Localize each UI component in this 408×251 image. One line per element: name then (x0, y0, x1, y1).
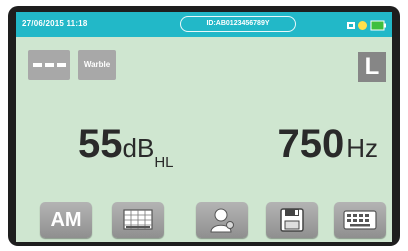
level-value: 55 (78, 122, 123, 166)
level-unit: dB (122, 133, 155, 163)
am-button[interactable]: AM (40, 202, 92, 238)
patient-button[interactable] (196, 202, 248, 238)
level-readout: 55dBHL (78, 122, 174, 171)
frequency-value: 750 (277, 122, 345, 166)
ear-select-button[interactable]: L (358, 52, 386, 82)
device-id: ID:AB0123456789Y (180, 16, 296, 32)
patient-icon (210, 208, 234, 233)
frequency-readout: 750Hz (277, 122, 378, 167)
battery-icon (370, 18, 386, 31)
date-time: 27/06/2015 11:18 (22, 19, 88, 28)
touch-screen: 27/06/2015 11:18 ID:AB0123456789Y Warble… (16, 12, 392, 242)
dashed-pulse-icon (33, 63, 42, 67)
record-indicator-icon (357, 18, 368, 30)
status-bar: 27/06/2015 11:18 ID:AB0123456789Y (16, 12, 392, 37)
audiogram-grid-button[interactable] (112, 202, 164, 238)
usb-icon (346, 18, 356, 29)
dashed-pulse-icon (45, 63, 54, 67)
stimulus-pattern-button[interactable] (28, 50, 70, 80)
save-button[interactable] (266, 202, 318, 238)
keyboard-button[interactable] (334, 202, 386, 238)
keyboard-icon (343, 210, 377, 230)
audiogram-grid-icon (123, 209, 153, 230)
frequency-unit: Hz (346, 133, 378, 163)
level-subscript: HL (154, 154, 174, 171)
save-icon (280, 208, 304, 232)
dashed-pulse-icon (57, 63, 66, 67)
stimulus-type-button[interactable]: Warble (78, 50, 116, 80)
